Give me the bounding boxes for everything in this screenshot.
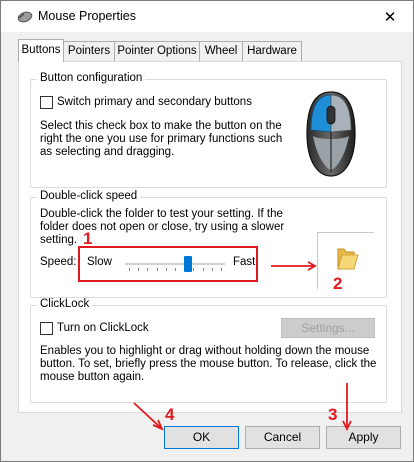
tab-wheel[interactable]: Wheel	[199, 41, 243, 61]
close-icon: ✕	[383, 8, 397, 26]
slider-tick	[166, 268, 167, 271]
annotation-number-4: 4	[165, 405, 175, 424]
button-config-description-line-1: Select this check box to make the button…	[40, 120, 282, 132]
fast-label: Fast	[233, 256, 256, 268]
clicklock-label[interactable]: Turn on ClickLock	[57, 322, 149, 335]
slider-tick	[138, 268, 139, 271]
clicklock-group: ClickLock Turn on ClickLock Settings... …	[30, 298, 387, 403]
slider-tick	[129, 268, 130, 271]
buttons-tab-panel: Button configuration Switch primary and …	[18, 61, 402, 413]
slider-tick	[147, 268, 148, 271]
tab-hardware[interactable]: Hardware	[242, 41, 302, 61]
test-folder-area[interactable]	[317, 232, 374, 289]
mouse-illustration-icon	[303, 90, 359, 181]
cancel-button[interactable]: Cancel	[245, 426, 320, 449]
close-button[interactable]: ✕	[367, 1, 413, 32]
slider-tick	[203, 268, 204, 271]
slider-tick	[193, 268, 194, 271]
folder-icon[interactable]	[332, 245, 360, 276]
clicklock-checkbox[interactable]	[40, 322, 53, 335]
switch-buttons-label[interactable]: Switch primary and secondary buttons	[57, 96, 252, 109]
slider-tick	[175, 268, 176, 271]
window-title: Mouse Properties	[38, 9, 136, 23]
tab-pointers[interactable]: Pointers	[63, 41, 115, 61]
apply-button[interactable]: Apply	[326, 426, 401, 449]
clicklock-settings-button[interactable]: Settings...	[281, 318, 375, 338]
double-click-description-line-3: setting.	[40, 234, 78, 246]
ok-button[interactable]: OK	[164, 426, 239, 449]
mouse-properties-window: Mouse Properties ✕ Buttons Pointers Poin…	[0, 0, 414, 462]
double-click-speed-legend: Double-click speed	[37, 190, 141, 202]
annotation-number-3: 3	[328, 405, 338, 424]
double-click-speed-slider[interactable]	[125, 254, 225, 274]
double-click-description-line-2: folder does not open or close, try using…	[40, 221, 285, 233]
mouse-icon	[17, 11, 33, 26]
button-configuration-group: Button configuration Switch primary and …	[30, 72, 387, 188]
button-config-description-line-2: right the one you use for primary functi…	[40, 133, 283, 145]
annotation-number-1: 1	[83, 229, 93, 248]
slider-tick	[157, 268, 158, 271]
slider-tick	[221, 268, 222, 271]
clicklock-description-line-2: button. To set, briefly press the mouse …	[40, 358, 377, 370]
slider-track	[125, 263, 225, 265]
annotation-number-2: 2	[333, 274, 343, 293]
tab-buttons[interactable]: Buttons	[18, 39, 64, 62]
slow-label: Slow	[87, 256, 112, 268]
button-config-description-line-3: as selecting and dragging.	[40, 146, 175, 158]
title-bar: Mouse Properties ✕	[1, 1, 413, 32]
slider-tick	[212, 268, 213, 271]
tab-pointer-options[interactable]: Pointer Options	[114, 41, 200, 61]
clicklock-description-line-1: Enables you to highlight or drag without…	[40, 345, 370, 357]
clicklock-description-line-3: mouse button again.	[40, 371, 145, 383]
speed-label: Speed:	[40, 256, 77, 268]
switch-buttons-checkbox[interactable]	[40, 96, 53, 109]
double-click-description-line-1: Double-click the folder to test your set…	[40, 208, 283, 220]
button-configuration-legend: Button configuration	[37, 72, 146, 84]
clicklock-legend: ClickLock	[37, 298, 93, 310]
slider-thumb[interactable]	[184, 256, 192, 272]
